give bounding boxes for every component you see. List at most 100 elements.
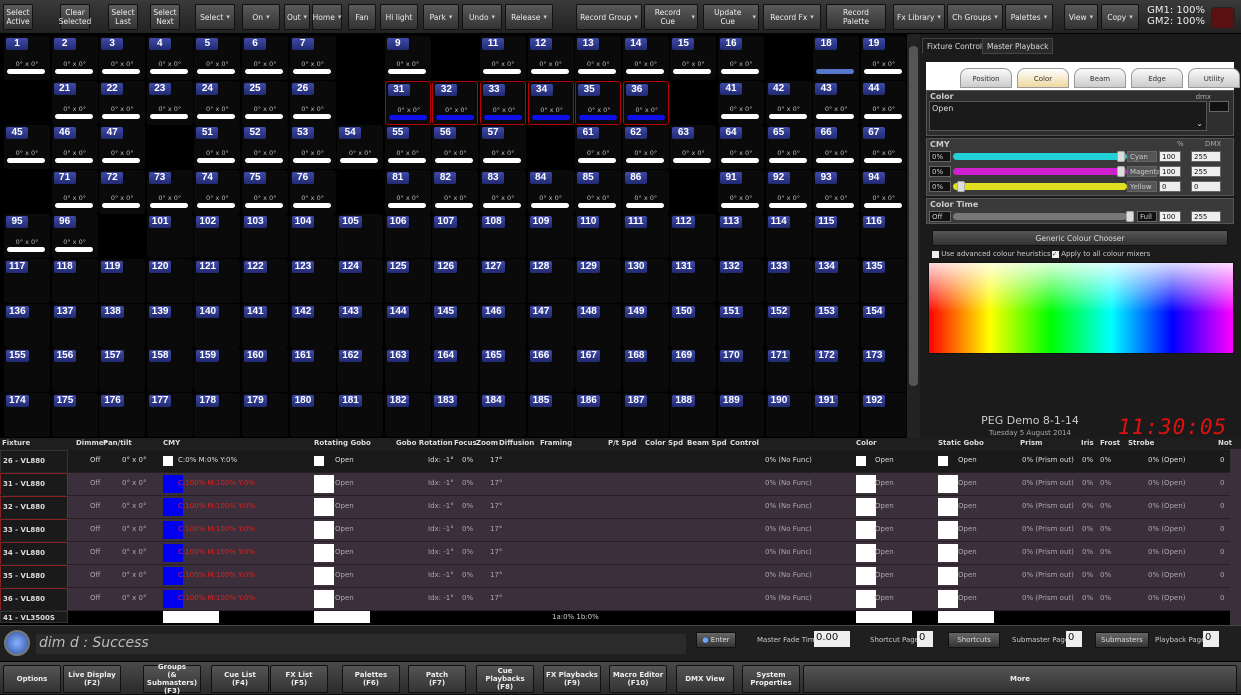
color-dmx-input[interactable] — [1209, 101, 1229, 112]
fixture-cell-145[interactable]: 145 — [432, 303, 479, 348]
table-row[interactable]: 31 - VL880 Off 0° x 0° C:100% M:100% Y:0% Op… — [0, 472, 1230, 496]
column-header-framing[interactable]: Framing — [540, 438, 572, 449]
toolbar-button-home[interactable]: Home — [312, 4, 342, 30]
fixture-cell-18[interactable]: 18 — [813, 36, 860, 80]
color-time-knob[interactable] — [1126, 211, 1134, 222]
fixture-cell-47[interactable]: 47 0° x 0° — [99, 125, 146, 170]
fixture-cell-130[interactable]: 130 — [622, 259, 669, 303]
fixture-cell-148[interactable]: 148 — [575, 303, 622, 348]
generic-colour-chooser-button[interactable]: Generic Colour Chooser — [932, 230, 1228, 246]
column-header-cmy[interactable]: CMY — [163, 438, 180, 449]
fixture-cell-129[interactable]: 129 — [575, 259, 622, 303]
fixture-cell-160[interactable]: 160 — [242, 348, 288, 393]
fkey-patch[interactable]: Patch (F7) — [408, 665, 466, 693]
color-time-pct[interactable]: Off — [929, 211, 951, 222]
fixture-cell-162[interactable]: 162 — [337, 348, 384, 393]
column-header-diffusion[interactable]: Diffusion — [499, 438, 534, 449]
fixture-cell-151[interactable]: 151 — [718, 303, 764, 348]
fixture-cell-126[interactable]: 126 — [432, 259, 479, 303]
fkey-cue-list[interactable]: Cue List (F4) — [211, 665, 269, 693]
toolbar-button-out[interactable]: Out — [284, 4, 310, 30]
fixture-cell-109[interactable]: 109 — [527, 214, 574, 259]
fixture-cell-33[interactable]: 33 0° x 0° — [480, 80, 526, 125]
fixture-cell-149[interactable]: 149 — [622, 303, 669, 348]
fixture-cell-4[interactable]: 4 0° x 0° — [146, 36, 193, 80]
toolbar-button-ch-groups[interactable]: Ch Groups — [947, 4, 1003, 30]
fixture-cell-19[interactable]: 19 0° x 0° — [860, 36, 907, 80]
command-line-input[interactable]: dim d : Success — [36, 634, 686, 654]
table-row[interactable]: 26 - VL880 Off 0° x 0° C:0% M:0% Y:0% Open Id… — [0, 449, 1230, 473]
toolbar-button-update-cue[interactable]: Update Cue — [703, 4, 759, 30]
cmy-dmx-yellow[interactable]: 0 — [1191, 181, 1221, 192]
fixture-cell-112[interactable]: 112 — [670, 214, 717, 259]
fixture-cell-94[interactable]: 94 0° x 0° — [860, 169, 907, 214]
colour-picker-spectrum[interactable] — [928, 262, 1234, 354]
cmy-value-yellow[interactable]: 0 — [1159, 181, 1181, 192]
fixture-cell-184[interactable]: 184 — [480, 392, 526, 437]
fixture-cell-131[interactable]: 131 — [670, 259, 717, 303]
fixture-cell-147[interactable]: 147 — [527, 303, 574, 348]
fixture-cell-14[interactable]: 14 0° x 0° — [622, 36, 669, 80]
fixture-cell-191[interactable]: 191 — [813, 392, 860, 437]
fkey-palettes[interactable]: Palettes (F6) — [342, 665, 400, 693]
toolbar-button-fx-library[interactable]: Fx Library — [893, 4, 945, 30]
fixture-cell-55[interactable]: 55 0° x 0° — [384, 125, 431, 170]
fixture-cell-159[interactable]: 159 — [194, 348, 241, 393]
fixture-cell-181[interactable]: 181 — [337, 392, 384, 437]
fixture-cell-6[interactable]: 6 0° x 0° — [242, 36, 288, 80]
fkey-more[interactable]: More — [803, 665, 1237, 693]
toolbar-button-undo[interactable]: Undo — [462, 4, 502, 30]
fixture-cell-172[interactable]: 172 — [813, 348, 860, 393]
fixture-cell-101[interactable]: 101 — [146, 214, 193, 259]
fixture-cell-116[interactable]: 116 — [860, 214, 907, 259]
fixture-cell-96[interactable]: 96 0° x 0° — [51, 214, 98, 259]
fixture-cell-163[interactable]: 163 — [384, 348, 431, 393]
fixture-cell-75[interactable]: 75 0° x 0° — [242, 169, 288, 214]
fixture-cell-67[interactable]: 67 0° x 0° — [860, 125, 907, 170]
cmy-dmx-cyan[interactable]: 255 — [1191, 151, 1221, 162]
fixture-cell-73[interactable]: 73 0° x 0° — [146, 169, 193, 214]
fixture-cell-188[interactable]: 188 — [670, 392, 717, 437]
toolbar-button-record-group[interactable]: Record Group — [576, 4, 642, 30]
fixture-cell-182[interactable]: 182 — [384, 392, 431, 437]
table-row[interactable]: 32 - VL880 Off 0° x 0° C:100% M:100% Y:0% Op… — [0, 495, 1230, 519]
tab-position[interactable]: Position — [960, 68, 1012, 88]
fixture-cell-121[interactable]: 121 — [194, 259, 241, 303]
fixture-cell-186[interactable]: 186 — [575, 392, 622, 437]
fixture-cell-125[interactable]: 125 — [384, 259, 431, 303]
fkey-groups[interactable]: Groups (& Submasters) (F3) — [143, 663, 201, 695]
fixture-cell-86[interactable]: 86 0° x 0° — [622, 169, 669, 214]
fixture-cell-26[interactable]: 26 0° x 0° — [289, 80, 336, 125]
cmy-pct-yellow[interactable]: 0% — [929, 181, 951, 192]
fkey-system[interactable]: System Properties — [742, 665, 800, 693]
fixture-cell-44[interactable]: 44 0° x 0° — [860, 80, 907, 125]
fixture-cell-32[interactable]: 32 0° x 0° — [432, 80, 479, 125]
column-header-frost[interactable]: Frost — [1100, 438, 1120, 449]
fixture-cell-118[interactable]: 118 — [51, 259, 98, 303]
column-header-pan-tilt[interactable]: Pan/tilt — [103, 438, 132, 449]
fixture-cell-106[interactable]: 106 — [384, 214, 431, 259]
fixture-cell-24[interactable]: 24 0° x 0° — [194, 80, 241, 125]
fixture-cell-74[interactable]: 74 0° x 0° — [194, 169, 241, 214]
submaster-page-input[interactable]: 0 — [1066, 631, 1082, 647]
fixture-cell-158[interactable]: 158 — [146, 348, 193, 393]
tab-fixture-control[interactable]: Fixture Control — [922, 38, 988, 54]
fixture-cell-46[interactable]: 46 0° x 0° — [51, 125, 98, 170]
tab-beam[interactable]: Beam — [1074, 68, 1126, 88]
fixture-cell-105[interactable]: 105 — [337, 214, 384, 259]
toolbar-button-park[interactable]: Park — [423, 4, 459, 30]
fixture-cell-153[interactable]: 153 — [813, 303, 860, 348]
fixture-cell-81[interactable]: 81 0° x 0° — [384, 169, 431, 214]
shortcut-page-input[interactable]: 0 — [917, 631, 933, 647]
color-time-slider[interactable] — [953, 213, 1127, 220]
toolbar-button-select-active[interactable]: Select Active — [3, 4, 33, 30]
fkey-options[interactable]: Options — [3, 665, 61, 693]
fkey-dmx-view[interactable]: DMX View — [676, 665, 734, 693]
fixture-cell-103[interactable]: 103 — [242, 214, 288, 259]
advanced-heuristics-checkbox[interactable]: Use advanced colour heuristics — [932, 250, 1051, 258]
cmy-knob-yellow[interactable] — [957, 181, 965, 192]
fixture-cell-5[interactable]: 5 0° x 0° — [194, 36, 241, 80]
column-header-not[interactable]: Not — [1218, 438, 1232, 449]
cmy-pct-magenta[interactable]: 0% — [929, 166, 951, 177]
fixture-cell-51[interactable]: 51 0° x 0° — [194, 125, 241, 170]
